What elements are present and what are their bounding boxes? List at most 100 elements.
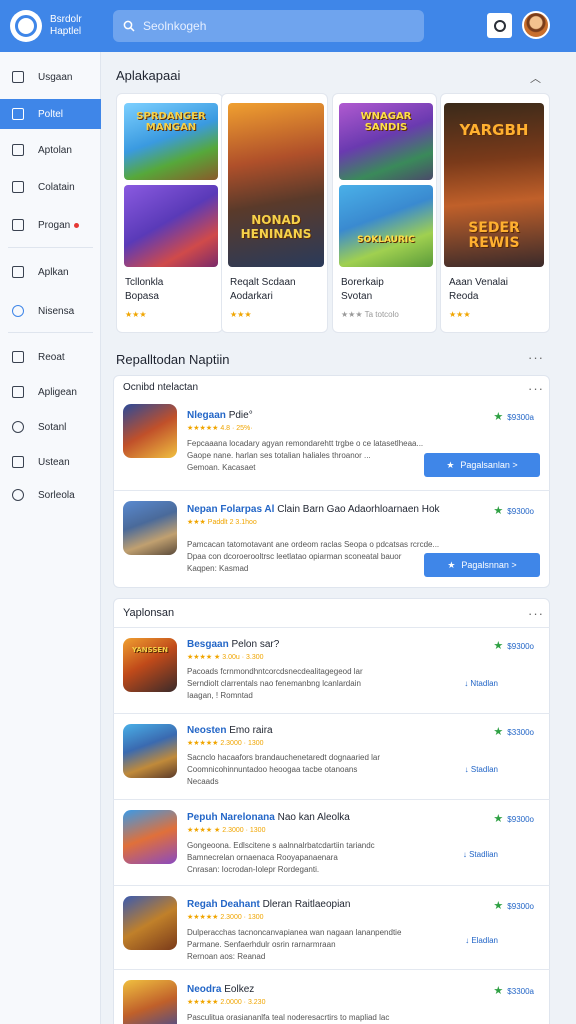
app-name-rest: Nao kan Aleolka xyxy=(277,812,350,823)
list-item[interactable]: Nepan Folarpas Al Clain Barn Gao Adaorhl… xyxy=(113,490,550,586)
circle-icon xyxy=(493,19,506,32)
price-value: $9300o xyxy=(507,642,534,651)
app-rating: ★★★ Paddlt 2 3.1hoo xyxy=(187,519,257,526)
featured-card[interactable]: WNAGAR SANDIS SOKLAURIC Borerkaip Svotan … xyxy=(332,93,437,333)
app-name-link[interactable]: Besgaan xyxy=(187,639,229,650)
app-description: Pacoads fcrnmondhntcorcdsnecdealitagegeo… xyxy=(187,666,437,702)
download-link[interactable]: ↓ Ntadlan xyxy=(464,679,498,688)
app-name-rest: Pdie° xyxy=(228,410,253,421)
list-item[interactable]: YANSSEN Besgaan Pelon sar? ★★★★ ★ 3.00u … xyxy=(113,627,550,713)
search-box[interactable] xyxy=(113,10,424,42)
price-value: $3300a xyxy=(507,987,534,996)
desc-line: Bamnecrelan ornaenaca Rooyapanaenara xyxy=(187,853,338,862)
app-name-rest: Pelon sar? xyxy=(231,639,280,650)
app-icon-image: YANSSEN xyxy=(123,638,177,692)
star-icon: ★ xyxy=(493,726,504,738)
app-name: Neosten Emo raira xyxy=(187,725,273,736)
sidebar-item-poltel[interactable]: Poltel xyxy=(0,99,101,129)
user-avatar[interactable] xyxy=(522,11,550,39)
download-link[interactable]: ↓ Stadlian xyxy=(463,850,498,859)
app-rating: ★★★★★ 2.3000 · 1300 xyxy=(187,740,264,747)
notifications-button[interactable] xyxy=(487,13,512,38)
app-name-link[interactable]: Regah Deahant xyxy=(187,899,260,910)
sidebar-item-sorleola[interactable]: Sorleola xyxy=(0,480,101,510)
sidebar-item-aptolan[interactable]: Aptolan xyxy=(0,135,101,165)
star-icon: ★ xyxy=(493,505,504,517)
more-options-icon[interactable]: ··· xyxy=(528,606,544,621)
app-name-link[interactable]: Neodra xyxy=(187,984,221,995)
sidebar-item-apligean[interactable]: Apligean xyxy=(0,377,101,407)
document-icon xyxy=(12,181,24,193)
price-value: $9300o xyxy=(507,507,534,516)
app-name-rest: Dleran Raitlaeopian xyxy=(262,899,351,910)
art-caption: NONAD HENINANS xyxy=(240,213,312,241)
square-icon xyxy=(12,108,24,120)
desc-line: Coomnicohinnuntadoo heoogaa tacbe otanoa… xyxy=(187,765,358,774)
sidebar-item-nisensa[interactable]: Nisensa xyxy=(0,296,101,326)
app-icon-image xyxy=(123,501,177,555)
price-value: $9300a xyxy=(507,413,534,422)
sidebar-item-usgaan[interactable]: Usgaan xyxy=(0,62,101,92)
sidebar-item-reoat[interactable]: Reoat xyxy=(0,342,101,372)
button-label: Pagalsnnan > xyxy=(461,560,517,570)
title-line: Reqalt Scdaan xyxy=(230,277,296,288)
link-label: Ntadlan xyxy=(470,679,498,688)
list-item[interactable]: Neodra Eolkez ★★★★★ 2.0000 · 3.230 ★ $330… xyxy=(113,969,550,1024)
gear-icon xyxy=(12,421,24,433)
sidebar-item-label: Aplkan xyxy=(38,266,69,278)
download-link[interactable]: ↓ Stadlan xyxy=(465,765,498,774)
book-icon xyxy=(12,456,24,468)
install-button[interactable]: ★ Pagalsanlan > xyxy=(424,453,540,477)
sidebar-item-ustean[interactable]: Ustean xyxy=(0,447,101,477)
list-item[interactable]: Pepuh Narelonana Nao kan Aleolka ★★★★ ★ … xyxy=(113,799,550,885)
sidebar-item-aplkan[interactable]: Aplkan xyxy=(0,257,101,287)
desc-line: Cnrasan: Iocrodan-Iolepr Rordeganti. xyxy=(187,865,320,874)
chevron-up-icon[interactable]: ︿ xyxy=(530,70,541,86)
rating-stars: ★★★ Ta totcolo xyxy=(341,310,399,319)
featured-card[interactable]: YARGBH SEDER REWIS Aaan Venalai Reoda ★★★ xyxy=(440,93,550,333)
featured-card[interactable]: NONAD HENINANS Reqalt Scdaan Aodarkari ★★… xyxy=(221,93,328,333)
app-rating: ★★★★ ★ 3.00u · 3.300 xyxy=(187,654,264,661)
install-button[interactable]: ★ Pagalsnnan > xyxy=(424,553,540,577)
list-item[interactable]: Regah Deahant Dleran Raitlaeopian ★★★★★ … xyxy=(113,885,550,969)
list-item[interactable]: Nlegaan Pdie° ★★★★★ 4.8 · 25%· ★ $9300a F… xyxy=(113,400,550,488)
search-input[interactable] xyxy=(143,19,403,33)
app-name: Nlegaan Pdie° xyxy=(187,410,253,421)
desc-line: Dulperacchas tacnoncanvapianea wan nagaa… xyxy=(187,928,402,937)
app-price: ★ $3300o xyxy=(493,725,534,738)
sidebar-item-label: Reoat xyxy=(38,351,65,363)
logo-ring-icon xyxy=(15,15,37,37)
download-link[interactable]: ↓ Eladlan xyxy=(465,936,498,945)
app-description: Pasculitua orasiananlfa teal noderesacrt… xyxy=(187,1012,437,1024)
game-art-image xyxy=(124,185,218,267)
more-options-icon[interactable]: ··· xyxy=(528,350,544,365)
game-art-image: SOKLAURIC xyxy=(339,185,433,267)
app-name-link[interactable]: Nlegaan xyxy=(187,410,226,421)
house-icon xyxy=(12,266,24,278)
more-options-icon[interactable]: ··· xyxy=(528,381,544,396)
app-icon-image xyxy=(123,896,177,950)
sidebar-item-label: Sotanl xyxy=(38,421,67,433)
sidebar-item-sotanl[interactable]: Sotanl xyxy=(0,412,101,442)
desc-line: Necaads xyxy=(187,777,219,786)
art-caption: WNAGAR SANDIS xyxy=(360,111,412,133)
app-name-link[interactable]: Neosten xyxy=(187,725,226,736)
app-icon-image xyxy=(123,404,177,458)
featured-card[interactable]: SPRDANGER MANGAN Tcllonkla Bopasa ★★★ xyxy=(116,93,223,333)
recommended-section-title: Repalltodan Naptiin xyxy=(116,352,230,367)
sidebar-item-colatain[interactable]: Colatain xyxy=(0,172,101,202)
app-name: Pepuh Narelonana Nao kan Aleolka xyxy=(187,812,350,823)
app-rating: ★★★★ ★ 2.3000 · 1300 xyxy=(187,827,266,834)
app-price: ★ $3300a xyxy=(493,984,534,997)
sidebar-item-label: Nisensa xyxy=(38,305,75,317)
sidebar-item-progan[interactable]: Progan xyxy=(0,210,101,240)
app-name-rest: Clain Barn Gao Adaorhloarnaen Hok xyxy=(277,504,440,515)
app-price: ★ $9300a xyxy=(493,410,534,423)
app-logo[interactable] xyxy=(10,10,42,42)
sidebar-divider xyxy=(8,247,93,248)
app-name-link[interactable]: Pepuh Narelonana xyxy=(187,812,275,823)
price-value: $9300o xyxy=(507,815,534,824)
app-name-link[interactable]: Nepan Folarpas Al xyxy=(187,504,274,515)
list-item[interactable]: Neosten Emo raira ★★★★★ 2.3000 · 1300 ★ $… xyxy=(113,713,550,799)
art-caption: SOKLAURIC xyxy=(357,235,415,245)
